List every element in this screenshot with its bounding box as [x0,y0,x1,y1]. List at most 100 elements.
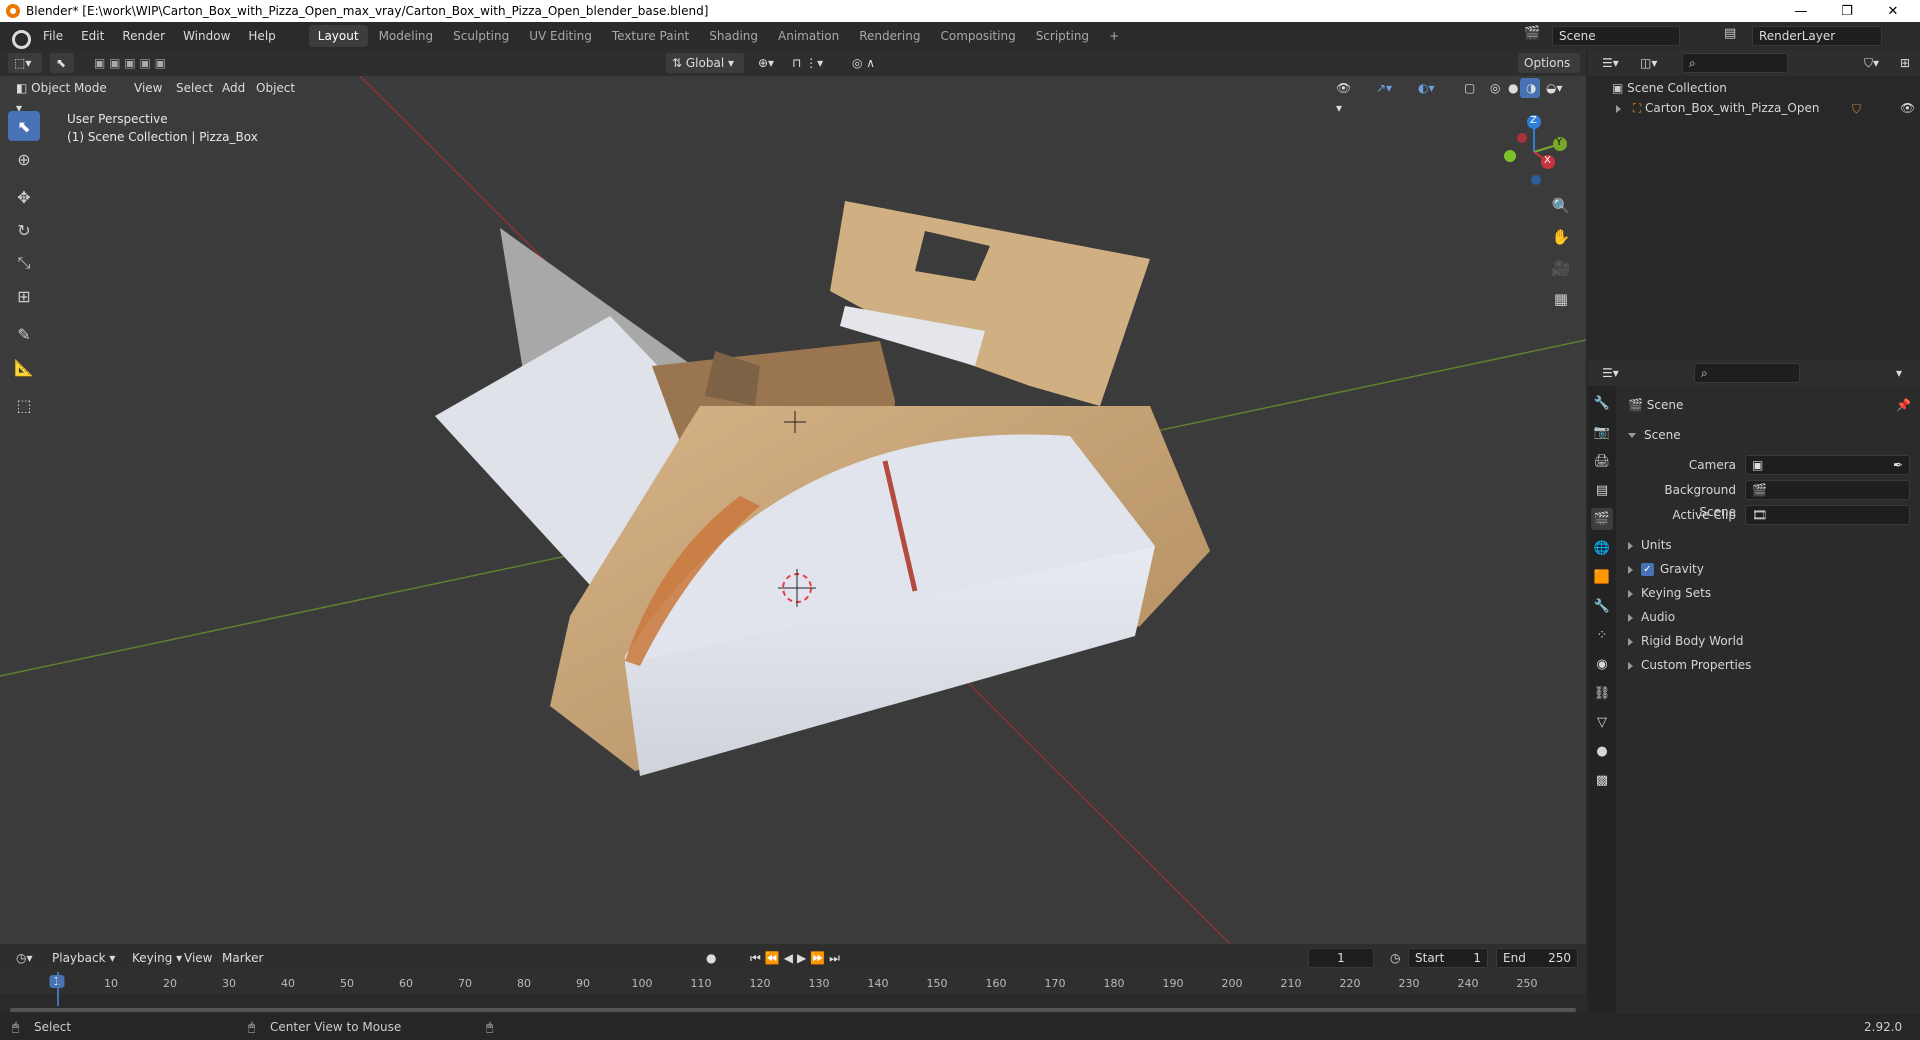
tab-uv-editing[interactable]: UV Editing [520,25,601,47]
proportional-edit-icon[interactable]: ◎ ∧ [846,53,890,73]
options-dropdown[interactable]: Options [1518,53,1580,73]
timeline-menu-view[interactable]: View [178,948,218,968]
material-tab-icon[interactable]: ● [1591,740,1613,762]
eyedropper-icon[interactable]: ✒ [1893,456,1903,474]
panel-custom-properties[interactable]: Custom Properties [1628,654,1751,676]
add-cube-icon[interactable]: ⬚ [8,390,40,420]
viewport-menu-object[interactable]: Object [250,78,301,98]
visibility-icon[interactable]: 👁▾ [1330,78,1362,115]
perspective-grid-icon[interactable]: ▦ [1547,285,1575,313]
gizmo-toggle-icon[interactable]: ↗▾ [1370,78,1404,98]
view-layer-tab-icon[interactable]: ▤ [1591,479,1613,501]
camera-field[interactable]: ▣ ✒ [1745,455,1910,475]
menu-window[interactable]: Window [174,22,239,50]
camera-view-icon[interactable]: 🎥 [1547,254,1575,282]
expand-arrow-icon[interactable] [1628,613,1633,622]
outliner-item[interactable]: ⛶ Carton_Box_with_Pizza_Open ⛉ 👁 [1616,98,1920,118]
add-workspace-button[interactable]: + [1100,25,1128,47]
panel-units[interactable]: Units [1628,534,1672,556]
move-icon[interactable]: ✥ [8,182,40,212]
maximize-button[interactable]: ❐ [1824,0,1870,22]
expand-arrow-icon[interactable] [1628,565,1633,574]
scene-collection-row[interactable]: ▣ Scene Collection [1612,78,1727,98]
panel-keying-sets[interactable]: Keying Sets [1628,582,1711,604]
expand-arrow-icon[interactable] [1616,104,1621,113]
timeline-menu-playback[interactable]: Playback ▾ [46,948,121,968]
timeline-scrollbar[interactable] [10,1008,1576,1012]
background-scene-field[interactable]: 🎬 [1745,480,1910,500]
object-tab-icon[interactable]: 🟧 [1591,566,1613,588]
viewport-menu-select[interactable]: Select [170,78,219,98]
select-tool-icon[interactable]: ⬉ [50,53,74,73]
material-shading-icon[interactable]: ◑ [1520,78,1540,98]
object-mode-dropdown[interactable]: ◧ Object Mode ▾ [10,78,118,115]
overlay-toggle-icon[interactable]: ◐▾ [1412,78,1446,98]
tab-modeling[interactable]: Modeling [370,25,443,47]
data-tab-icon[interactable]: ▽ [1591,711,1613,733]
expand-arrow-icon[interactable] [1628,661,1633,670]
menu-file[interactable]: File [34,22,72,50]
end-frame-field[interactable]: End 250 [1496,948,1578,968]
constraints-tab-icon[interactable]: ⛓ [1591,682,1613,704]
expand-arrow-icon[interactable] [1628,589,1633,598]
transform-icon[interactable]: ⊞ [8,281,40,311]
modifier-tab-icon[interactable]: 🔧 [1591,595,1613,617]
properties-editor-type-icon[interactable]: ☰▾ [1596,363,1628,383]
timeline-menu-marker[interactable]: Marker [216,948,269,968]
properties-options-icon[interactable]: ▾ [1890,363,1912,383]
menu-render[interactable]: Render [113,22,174,50]
timeline-editor-type-icon[interactable]: ◷▾ [10,948,42,968]
physics-tab-icon[interactable]: ◉ [1591,653,1613,675]
tab-shading[interactable]: Shading [700,25,767,47]
record-icon[interactable]: ● [700,948,722,968]
viewport-menu-add[interactable]: Add [216,78,251,98]
tab-scripting[interactable]: Scripting [1027,25,1098,47]
tab-rendering[interactable]: Rendering [850,25,929,47]
scene-section-header[interactable]: Scene [1628,424,1681,446]
tab-animation[interactable]: Animation [769,25,848,47]
frame-ruler[interactable]: 1 10 20 30 40 50 60 70 80 90 100 110 120… [0,972,1586,994]
filter-icon[interactable]: ⛉▾ [1858,53,1890,73]
pin-icon[interactable]: 📌 [1896,398,1911,412]
panel-audio[interactable]: Audio [1628,606,1675,628]
transform-orientation-dropdown[interactable]: ⇅ Global ▾ [666,53,744,73]
tool-tab-icon[interactable]: 🔧 [1591,392,1613,414]
playhead[interactable] [57,972,59,1006]
view-layer-icon[interactable]: ▤ [1724,26,1740,42]
particles-tab-icon[interactable]: ⁘ [1591,624,1613,646]
collapse-arrow-icon[interactable] [1628,433,1636,438]
close-button[interactable]: ✕ [1870,0,1916,22]
annotate-icon[interactable]: ✎ [8,319,40,349]
rendered-shading-icon[interactable]: ◒▾ [1540,78,1572,98]
active-clip-field[interactable]: 🎞 [1745,505,1910,525]
tab-compositing[interactable]: Compositing [931,25,1024,47]
scene-tab-icon[interactable]: 🎬 [1591,508,1613,530]
new-collection-icon[interactable]: ⊞ [1894,53,1916,73]
render-tab-icon[interactable]: 📷 [1591,421,1613,443]
scale-icon[interactable]: ⤡ [8,248,40,278]
snap-icon[interactable]: ⊓ ⋮▾ [786,53,836,73]
outliner-editor-type-icon[interactable]: ☰▾ [1596,53,1628,73]
measure-icon[interactable]: 📐 [8,352,40,382]
playback-controls-icons[interactable]: ⏮⏪◀▶⏩⏭ [744,948,860,968]
zoom-icon[interactable]: 🔍 [1547,192,1575,220]
display-mode-icon[interactable]: ◫▾ [1634,53,1666,73]
wireframe-shading-icon[interactable]: ◎ [1484,78,1504,98]
xray-icon[interactable]: ▢ [1458,78,1478,98]
tab-sculpting[interactable]: Sculpting [444,25,518,47]
tab-texture-paint[interactable]: Texture Paint [603,25,698,47]
pan-hand-icon[interactable]: ✋ [1547,223,1575,251]
start-frame-field[interactable]: Start 1 [1408,948,1488,968]
world-tab-icon[interactable]: 🌐 [1591,537,1613,559]
select-box-icon[interactable]: ⬉ [8,111,40,141]
panel-gravity[interactable]: ✓ Gravity [1628,558,1704,580]
navigation-gizmo[interactable]: Z Y X [1490,112,1570,192]
panel-rigid-body-world[interactable]: Rigid Body World [1628,630,1744,652]
outliner-search-input[interactable]: ⌕ [1682,53,1788,73]
scene-field[interactable]: Scene [1552,26,1680,46]
eye-visibility-icon[interactable]: 👁 [1900,98,1915,118]
menu-help[interactable]: Help [239,22,284,50]
solid-shading-icon[interactable]: ● [1502,78,1522,98]
selection-mode-icons[interactable]: ▣ ▣ ▣ ▣ ▣ [88,53,182,73]
minimize-button[interactable]: — [1778,0,1824,22]
